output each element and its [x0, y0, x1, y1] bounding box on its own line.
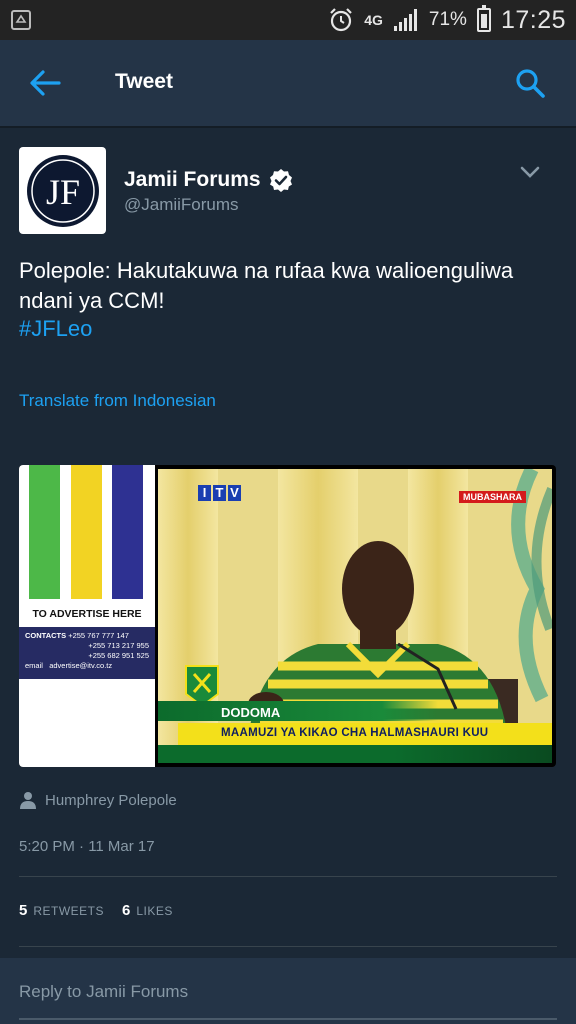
author-name-text: Jamii Forums — [124, 168, 261, 191]
tweet-stats: 5 RETWEETS 6 LIKES — [19, 902, 185, 919]
translate-link[interactable]: Translate from Indonesian — [19, 391, 216, 411]
tweet-media-image[interactable]: TO ADVERTISE HERE CONTACTS +255 767 777 … — [19, 465, 556, 767]
likes-count[interactable]: 6 — [122, 902, 130, 919]
reply-underline — [19, 1018, 557, 1020]
jamii-forums-logo: JF — [26, 154, 99, 227]
page-title: Tweet — [115, 70, 173, 93]
source-person-name: Humphrey Polepole — [45, 791, 177, 809]
ad-phone-1: +255 767 777 147 — [68, 631, 129, 640]
ad-stripe-green — [29, 465, 60, 599]
ad-stripe-blue — [112, 465, 143, 599]
person-icon — [20, 792, 36, 809]
live-badge: MUBASHARA — [459, 491, 526, 503]
ad-stripe-yellow — [71, 465, 102, 599]
tweet-timestamp: 5:20 PM · 11 Mar 17 — [19, 838, 155, 855]
avatar[interactable]: JF — [19, 147, 106, 234]
advertisement-panel: TO ADVERTISE HERE CONTACTS +255 767 777 … — [19, 465, 155, 767]
ad-phone-2: +255 713 217 955 — [88, 641, 149, 650]
signal-icon — [393, 9, 417, 31]
tweet-text: Polepole: Hakutakuwa na rufaa kwa walioe… — [19, 258, 514, 313]
lower-third-location: DODOMA — [221, 705, 281, 720]
network-type: 4G — [364, 12, 383, 28]
chevron-down-icon[interactable] — [520, 166, 540, 178]
divider — [19, 876, 557, 877]
recycle-notification-icon — [11, 10, 31, 30]
likes-label[interactable]: LIKES — [136, 904, 173, 918]
back-arrow-icon[interactable] — [28, 68, 62, 98]
itv-logo: ITV — [198, 485, 241, 501]
search-icon[interactable] — [514, 67, 546, 99]
reply-composer: Reply to Jamii Forums — [0, 958, 576, 1024]
hashtag-link[interactable]: #JFLeo — [19, 316, 92, 342]
battery-percent: 71% — [428, 9, 467, 30]
reply-input[interactable]: Reply to Jamii Forums — [19, 982, 188, 1002]
verified-badge-icon — [269, 169, 292, 192]
ad-email: advertise@itv.co.tz — [49, 661, 113, 670]
alarm-icon — [330, 8, 352, 32]
lower-third-headline: MAAMUZI YA KIKAO CHA HALMASHAURI KUU — [221, 727, 489, 739]
tweet-source[interactable]: Humphrey Polepole — [19, 791, 177, 809]
status-bar: 4G 71% 17:25 — [0, 0, 576, 40]
ad-email-label: email — [25, 661, 43, 670]
retweets-count[interactable]: 5 — [19, 902, 27, 919]
battery-icon — [476, 5, 491, 32]
divider — [19, 946, 557, 947]
author-handle[interactable]: @JamiiForums — [124, 195, 239, 215]
author-name[interactable]: Jamii Forums — [124, 168, 293, 192]
ad-contacts-label: CONTACTS — [25, 631, 67, 640]
avatar-monogram: JF — [45, 172, 79, 212]
ad-contact-box: CONTACTS +255 767 777 147 +255 713 217 9… — [19, 627, 155, 679]
ad-phone-3: +255 682 951 525 — [88, 651, 149, 660]
app-bar: Tweet — [0, 40, 576, 128]
clock: 17:25 — [500, 5, 566, 34]
ad-heading: TO ADVERTISE HERE — [32, 608, 142, 620]
retweets-label[interactable]: RETWEETS — [33, 904, 104, 918]
tv-frame: ITV MUBASHARA DODOMA MAAMUZI YA KIKAO CH… — [158, 469, 552, 763]
